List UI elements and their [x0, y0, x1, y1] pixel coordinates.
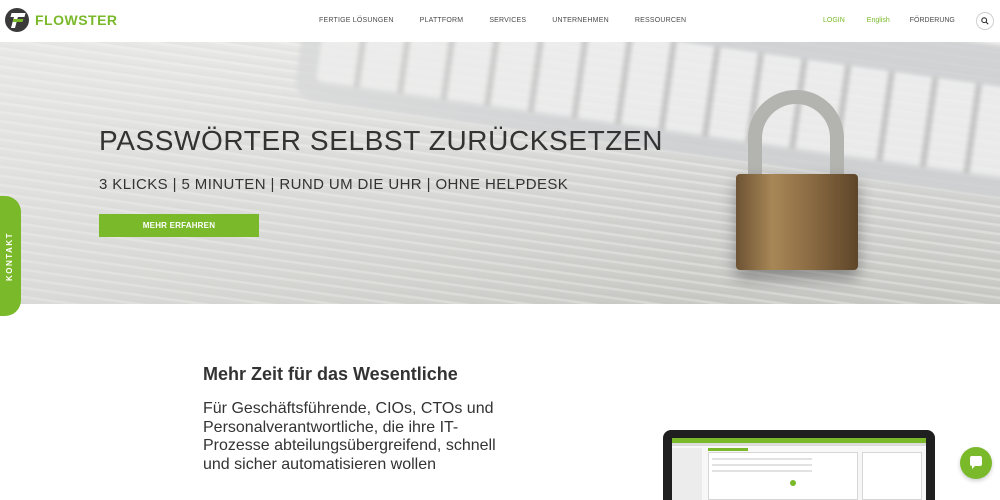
hero-title: PASSWÖRTER SELBST ZURÜCKSETZEN	[99, 125, 664, 156]
login-link[interactable]: LOGIN	[823, 17, 845, 24]
contact-tab-label: KONTAKT	[5, 231, 15, 281]
app-screenshot	[672, 438, 926, 500]
main-nav: FERTIGE LÖSUNGEN PLATTFORM SERVICES UNTE…	[319, 17, 712, 24]
support-link[interactable]: FÖRDERUNG	[910, 17, 955, 24]
chat-button[interactable]	[960, 447, 992, 479]
nav-item-services[interactable]: SERVICES	[489, 17, 526, 24]
nav-item-ressourcen[interactable]: RESSOURCEN	[635, 17, 686, 24]
search-icon	[981, 17, 989, 25]
hero-banner: PASSWÖRTER SELBST ZURÜCKSETZEN 3 KLICKS …	[0, 42, 1000, 304]
more-info-button[interactable]: MEHR ERFAHREN	[99, 214, 259, 237]
section-text: Für Geschäftsführende, CIOs, CTOs und Pe…	[203, 400, 496, 473]
search-button[interactable]	[976, 12, 994, 30]
hero-subtitle: 3 KLICKS | 5 MINUTEN | RUND UM DIE UHR |…	[99, 176, 569, 193]
logo[interactable]: FLOWSTER	[5, 8, 118, 32]
language-switch[interactable]: English	[867, 17, 890, 24]
nav-item-fertige-loesungen[interactable]: FERTIGE LÖSUNGEN	[319, 17, 394, 24]
header-right-links: LOGIN English FÖRDERUNG	[823, 17, 955, 24]
logo-text: FLOWSTER	[35, 12, 118, 28]
site-header: FLOWSTER FERTIGE LÖSUNGEN PLATTFORM SERV…	[0, 0, 1000, 42]
contact-tab[interactable]: KONTAKT	[0, 196, 21, 316]
flowster-logo-icon	[5, 8, 29, 32]
nav-item-unternehmen[interactable]: UNTERNEHMEN	[552, 17, 609, 24]
chat-icon	[970, 456, 982, 469]
padlock-image	[736, 90, 858, 272]
section-title: Mehr Zeit für das Wesentliche	[203, 364, 458, 384]
laptop-screenshot	[663, 430, 935, 500]
nav-item-plattform[interactable]: PLATTFORM	[420, 17, 464, 24]
